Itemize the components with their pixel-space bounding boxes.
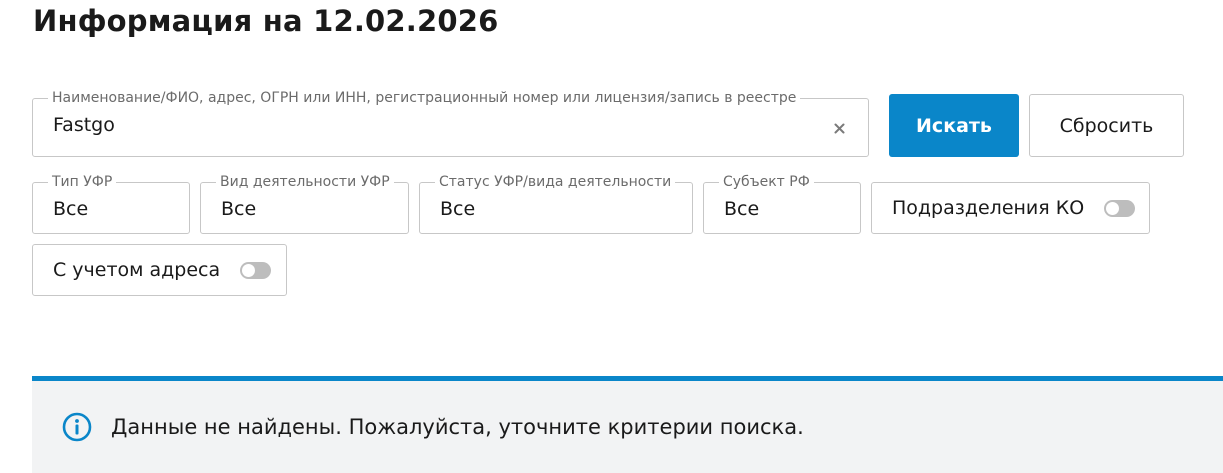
info-icon xyxy=(62,412,92,442)
search-field[interactable]: Наименование/ФИО, адрес, ОГРН или ИНН, р… xyxy=(32,90,869,157)
filter-status-label: Статус УФР/вида деятельности xyxy=(435,174,676,190)
address-toggle-box[interactable]: С учетом адреса xyxy=(32,244,287,296)
filter-status-select[interactable]: Статус УФР/вида деятельности Все xyxy=(419,174,693,234)
close-icon[interactable] xyxy=(832,118,846,138)
address-toggle-label: С учетом адреса xyxy=(53,259,221,281)
branches-toggle-label: Подразделения КО xyxy=(892,197,1085,219)
reset-button[interactable]: Сбросить xyxy=(1029,94,1184,157)
filter-kind-select[interactable]: Вид деятельности УФР Все xyxy=(200,174,409,234)
filter-subject-label: Субъект РФ xyxy=(719,174,814,190)
toggle-knob xyxy=(1106,201,1120,215)
search-input[interactable]: Fastgo xyxy=(53,114,115,136)
filter-type-value: Все xyxy=(53,198,89,220)
branches-toggle-box[interactable]: Подразделения КО xyxy=(871,182,1150,234)
search-button[interactable]: Искать xyxy=(889,94,1019,157)
filter-status-value: Все xyxy=(440,198,476,220)
page: Информация на 12.02.2026 Наименование/ФИ… xyxy=(0,0,1223,473)
notice-text: Данные не найдены. Пожалуйста, уточните … xyxy=(111,415,804,439)
no-results-notice: Данные не найдены. Пожалуйста, уточните … xyxy=(32,381,1223,473)
filter-type-label: Тип УФР xyxy=(48,174,117,190)
page-title: Информация на 12.02.2026 xyxy=(33,4,499,38)
filter-subject-select[interactable]: Субъект РФ Все xyxy=(703,174,861,234)
filter-kind-value: Все xyxy=(221,198,257,220)
address-toggle[interactable] xyxy=(240,261,272,279)
filter-subject-value: Все xyxy=(724,198,760,220)
search-field-label: Наименование/ФИО, адрес, ОГРН или ИНН, р… xyxy=(48,90,801,106)
toggle-knob xyxy=(242,263,256,277)
filter-kind-label: Вид деятельности УФР xyxy=(216,174,394,190)
branches-toggle[interactable] xyxy=(1104,199,1136,217)
filter-type-select[interactable]: Тип УФР Все xyxy=(32,174,190,234)
